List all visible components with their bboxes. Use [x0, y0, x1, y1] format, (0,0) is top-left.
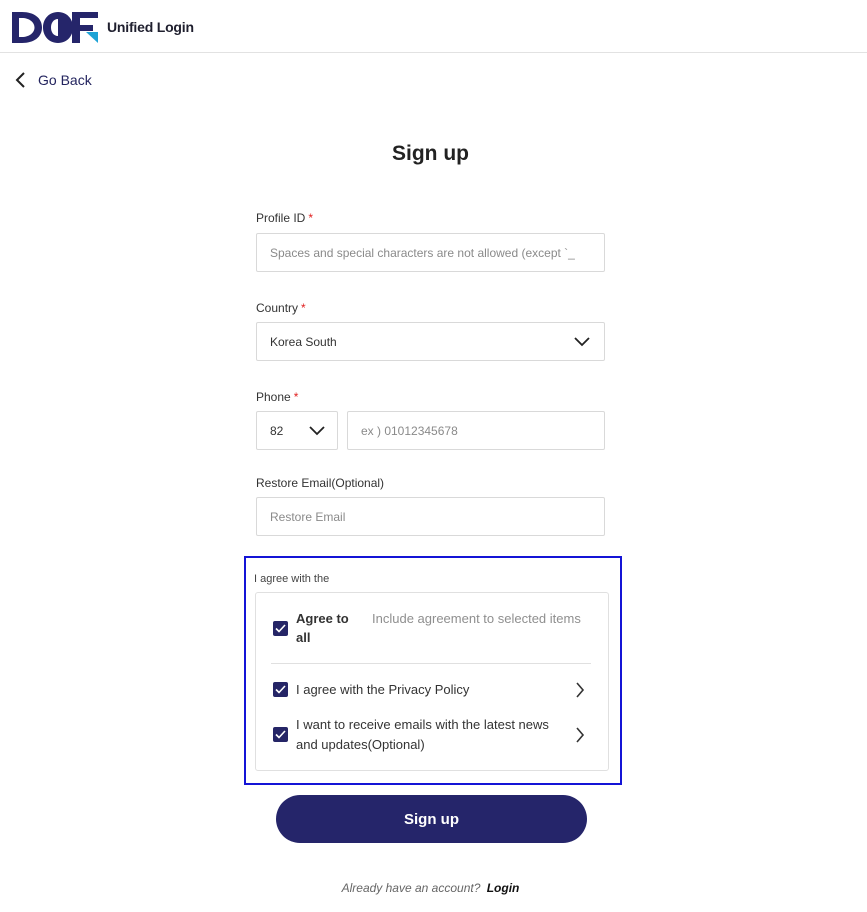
- phone-number-field[interactable]: [347, 411, 605, 450]
- restore-email-label: Restore Email(Optional): [256, 476, 385, 490]
- chevron-right-icon[interactable]: [575, 682, 585, 698]
- go-back-link[interactable]: Go Back: [14, 70, 92, 90]
- checkmark-icon: [275, 624, 286, 633]
- phone-country-code-select[interactable]: 82: [256, 411, 338, 450]
- newsletter-checkbox[interactable]: [273, 727, 288, 742]
- privacy-policy-label[interactable]: I agree with the Privacy Policy: [296, 680, 566, 700]
- profile-id-label: Profile ID *: [256, 211, 313, 225]
- agreement-heading: I agree with the: [254, 573, 330, 585]
- chevron-right-icon[interactable]: [575, 727, 585, 743]
- page-title: Sign up: [392, 142, 469, 165]
- sign-up-button[interactable]: Sign up: [276, 795, 587, 843]
- newsletter-label[interactable]: I want to receive emails with the latest…: [296, 715, 558, 755]
- login-prompt-text: Already have an account?: [341, 881, 481, 895]
- country-select[interactable]: Korea South: [256, 322, 605, 361]
- country-label: Country *: [256, 301, 306, 315]
- phone-label-text: Phone: [256, 390, 291, 404]
- required-mark: *: [308, 211, 314, 225]
- login-link[interactable]: Login: [487, 881, 520, 895]
- chevron-down-icon: [309, 425, 325, 435]
- agree-all-label[interactable]: Agree to all: [296, 609, 358, 647]
- required-mark: *: [301, 301, 306, 315]
- agree-all-description: Include agreement to selected items: [372, 611, 581, 626]
- go-back-label: Go Back: [38, 72, 92, 88]
- restore-email-field[interactable]: [256, 497, 605, 536]
- checkmark-icon: [275, 730, 286, 739]
- agreement-divider: [271, 663, 591, 664]
- restore-email-input[interactable]: [270, 509, 604, 524]
- login-prompt: Already have an account? Login: [0, 881, 861, 895]
- checkmark-icon: [275, 685, 286, 694]
- privacy-policy-checkbox[interactable]: [273, 682, 288, 697]
- phone-label: Phone *: [256, 390, 298, 404]
- required-mark: *: [293, 390, 299, 404]
- agree-all-checkbox[interactable]: [273, 621, 288, 636]
- country-code-value: 82: [270, 423, 284, 438]
- profile-id-field[interactable]: [256, 233, 605, 272]
- phone-number-input[interactable]: [361, 423, 604, 438]
- profile-id-label-text: Profile ID: [256, 211, 306, 225]
- chevron-left-icon: [15, 72, 25, 88]
- app-title: Unified Login: [107, 19, 194, 35]
- country-selected-value: Korea South: [270, 334, 337, 349]
- top-header: Unified Login: [0, 0, 867, 53]
- country-label-text: Country: [256, 301, 299, 315]
- chevron-down-icon: [574, 336, 590, 346]
- profile-id-input[interactable]: [270, 245, 604, 260]
- dof-logo: [12, 12, 98, 43]
